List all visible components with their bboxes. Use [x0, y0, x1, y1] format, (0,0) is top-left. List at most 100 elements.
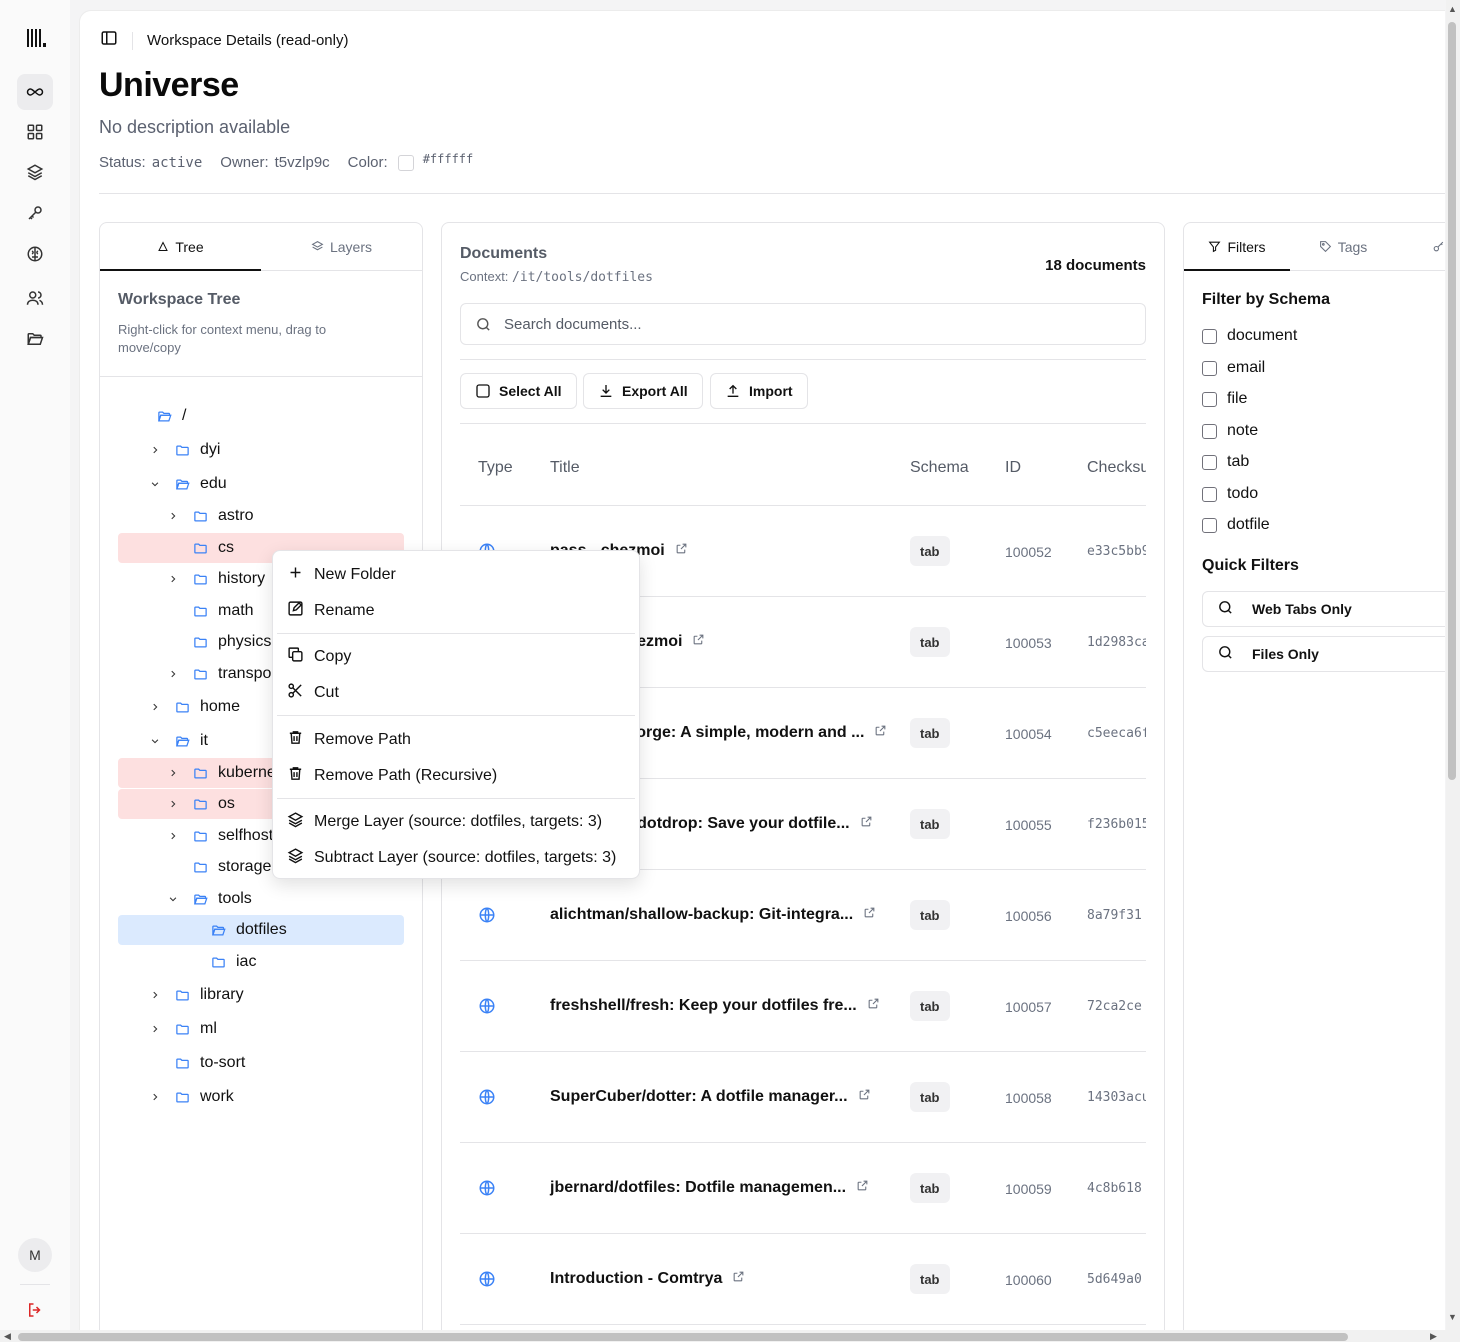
column-header-checksum[interactable]: Checksum	[1087, 459, 1146, 477]
tab-tree[interactable]: Tree	[100, 223, 261, 271]
tree-node[interactable]: dotfiles	[184, 915, 287, 945]
tree-node[interactable]: dyi	[148, 435, 220, 465]
checkbox[interactable]	[1202, 391, 1217, 407]
tree-node[interactable]: edu	[148, 469, 227, 499]
table-row[interactable]: SuperCuber/dotter: A dotfile manager... …	[460, 1052, 1146, 1143]
chevron-right-icon[interactable]	[148, 702, 162, 712]
layers-icon[interactable]	[17, 154, 53, 190]
scroll-left-icon[interactable]: ◀	[4, 1331, 11, 1342]
tree-node[interactable]: storage	[166, 852, 271, 882]
external-link-icon[interactable]	[863, 906, 876, 924]
scroll-right-icon[interactable]: ▶	[1430, 1331, 1437, 1342]
chevron-right-icon[interactable]	[148, 1092, 162, 1102]
document-title-link[interactable]: Introduction - Comtrya	[550, 1270, 745, 1288]
chevron-right-icon[interactable]	[148, 990, 162, 1000]
context-menu-item[interactable]: Merge Layer (source: dotfiles, targets: …	[287, 807, 602, 837]
tab-other[interactable]: T	[1396, 223, 1445, 270]
chevron-right-icon[interactable]	[166, 574, 180, 584]
external-link-icon[interactable]	[692, 633, 705, 651]
scroll-up-icon[interactable]: ▲	[1448, 4, 1457, 14]
quick-filter-button[interactable]: Web Tabs Only	[1202, 591, 1445, 627]
sidebar-toggle-icon[interactable]	[100, 29, 118, 52]
checkbox[interactable]	[1202, 517, 1217, 533]
tab-tags[interactable]: Tags	[1290, 223, 1396, 270]
users-icon[interactable]	[17, 280, 53, 316]
tab-layers[interactable]: Layers	[261, 223, 422, 270]
chevron-down-icon[interactable]	[148, 736, 162, 746]
external-link-icon[interactable]	[675, 542, 688, 560]
tree-node[interactable]: cs	[166, 533, 234, 563]
checkbox[interactable]	[1202, 423, 1217, 439]
schema-filter-file[interactable]: file	[1202, 390, 1247, 408]
chevron-right-icon[interactable]	[148, 1024, 162, 1034]
document-title-link[interactable]: SuperCuber/dotter: A dotfile manager...	[550, 1088, 871, 1106]
column-header-title[interactable]: Title	[550, 459, 580, 477]
folder-open-icon[interactable]	[17, 321, 53, 357]
chevron-right-icon[interactable]	[166, 799, 180, 809]
tree-node[interactable]: home	[148, 692, 240, 722]
tab-filters[interactable]: Filters	[1184, 223, 1290, 271]
column-header-type[interactable]: Type	[478, 459, 513, 477]
chevron-down-icon[interactable]	[166, 894, 180, 904]
tree-node[interactable]: library	[148, 980, 244, 1010]
checkbox[interactable]	[1202, 328, 1217, 344]
checkbox[interactable]	[1202, 360, 1217, 376]
search-input[interactable]	[504, 315, 1104, 333]
tree-node[interactable]: transport	[166, 659, 281, 689]
context-menu-item[interactable]: Cut	[287, 678, 339, 708]
column-header-id[interactable]: ID	[1005, 459, 1021, 477]
external-link-icon[interactable]	[874, 724, 887, 742]
table-row[interactable]: Introduction - Comtrya tab 100060 5d649a…	[460, 1234, 1146, 1325]
tree-node[interactable]: it	[148, 726, 208, 756]
external-link-icon[interactable]	[856, 1179, 869, 1197]
table-row[interactable]: freshshell/fresh: Keep your dotfiles fre…	[460, 961, 1146, 1052]
chevron-right-icon[interactable]	[166, 511, 180, 521]
tree-node[interactable]: astro	[166, 501, 254, 531]
grid-icon[interactable]	[17, 114, 53, 150]
schema-filter-dotfile[interactable]: dotfile	[1202, 516, 1270, 534]
checkbox[interactable]	[1202, 454, 1217, 470]
tree-node[interactable]: physics	[166, 627, 271, 657]
scroll-down-icon[interactable]: ▼	[1448, 1312, 1457, 1322]
external-link-icon[interactable]	[732, 1270, 745, 1288]
key-icon[interactable]	[17, 195, 53, 231]
context-menu-item[interactable]: Rename	[287, 596, 374, 626]
tree-node[interactable]: tools	[166, 884, 252, 914]
import-button[interactable]: Import	[710, 373, 808, 409]
chevron-right-icon[interactable]	[166, 768, 180, 778]
quick-filter-button[interactable]: Files Only	[1202, 636, 1445, 672]
schema-filter-note[interactable]: note	[1202, 422, 1258, 440]
tree-node[interactable]: history	[166, 564, 265, 594]
tree-node[interactable]: os	[166, 789, 235, 819]
infinity-icon[interactable]	[17, 74, 53, 110]
chevron-right-icon[interactable]	[166, 669, 180, 679]
export-all-button[interactable]: Export All	[583, 373, 703, 409]
context-menu-item[interactable]: Copy	[287, 642, 351, 672]
tree-node[interactable]: iac	[184, 947, 256, 977]
tree-node[interactable]: math	[166, 596, 254, 626]
avatar[interactable]: M	[18, 1238, 52, 1272]
context-menu-item[interactable]: Subtract Layer (source: dotfiles, target…	[287, 843, 616, 873]
schema-filter-todo[interactable]: todo	[1202, 485, 1258, 503]
chevron-right-icon[interactable]	[148, 445, 162, 455]
schema-filter-tab[interactable]: tab	[1202, 453, 1249, 471]
document-title-link[interactable]: alichtman/shallow-backup: Git-integra...	[550, 906, 876, 924]
document-title-link[interactable]: freshshell/fresh: Keep your dotfiles fre…	[550, 997, 880, 1015]
context-menu-item[interactable]: New Folder	[287, 560, 396, 590]
external-link-icon[interactable]	[867, 997, 880, 1015]
tree-node[interactable]: work	[148, 1082, 234, 1112]
context-menu-item[interactable]: Remove Path	[287, 725, 411, 755]
external-link-icon[interactable]	[858, 1088, 871, 1106]
column-header-schema[interactable]: Schema	[910, 459, 969, 477]
context-menu-item[interactable]: Remove Path (Recursive)	[287, 761, 497, 791]
schema-filter-document[interactable]: document	[1202, 327, 1297, 345]
horizontal-scrollbar-thumb[interactable]	[18, 1333, 1348, 1341]
table-row[interactable]: jbernard/dotfiles: Dotfile managemen... …	[460, 1143, 1146, 1234]
chevron-down-icon[interactable]	[148, 479, 162, 489]
brain-icon[interactable]	[17, 236, 53, 272]
app-logo-icon[interactable]	[24, 26, 48, 50]
document-title-link[interactable]: jbernard/dotfiles: Dotfile managemen...	[550, 1179, 869, 1197]
chevron-right-icon[interactable]	[166, 831, 180, 841]
tree-node[interactable]: /	[130, 401, 186, 431]
tree-node[interactable]: ml	[148, 1014, 217, 1044]
